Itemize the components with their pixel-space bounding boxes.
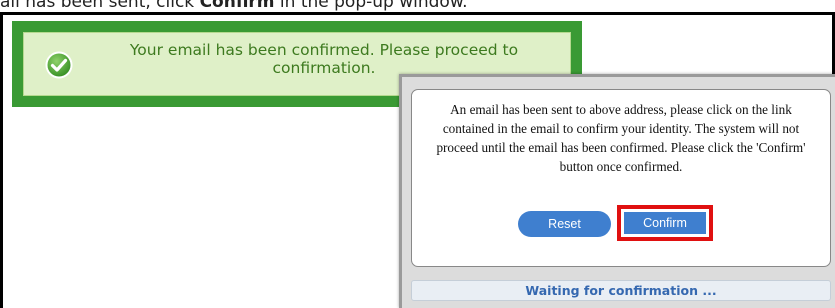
- caption-suffix: in the pop-up window.: [274, 0, 468, 12]
- caption-bold: Confirm: [199, 0, 275, 12]
- caption-prefix: ail has been sent, click: [0, 0, 200, 12]
- success-message: Your email has been confirmed. Please pr…: [129, 41, 519, 77]
- confirmation-dialog: An email has been sent to above address,…: [411, 89, 831, 267]
- confirmation-popup: An email has been sent to above address,…: [399, 74, 835, 308]
- check-circle-icon: [45, 51, 73, 79]
- confirm-button[interactable]: Confirm: [624, 212, 706, 234]
- instruction-caption: ail has been sent, click Confirm in the …: [0, 0, 835, 12]
- status-bar: Waiting for confirmation ...: [411, 280, 831, 301]
- reset-button[interactable]: Reset: [518, 211, 611, 237]
- confirm-highlight-box: Confirm: [617, 205, 713, 241]
- dialog-message: An email has been sent to above address,…: [436, 102, 806, 174]
